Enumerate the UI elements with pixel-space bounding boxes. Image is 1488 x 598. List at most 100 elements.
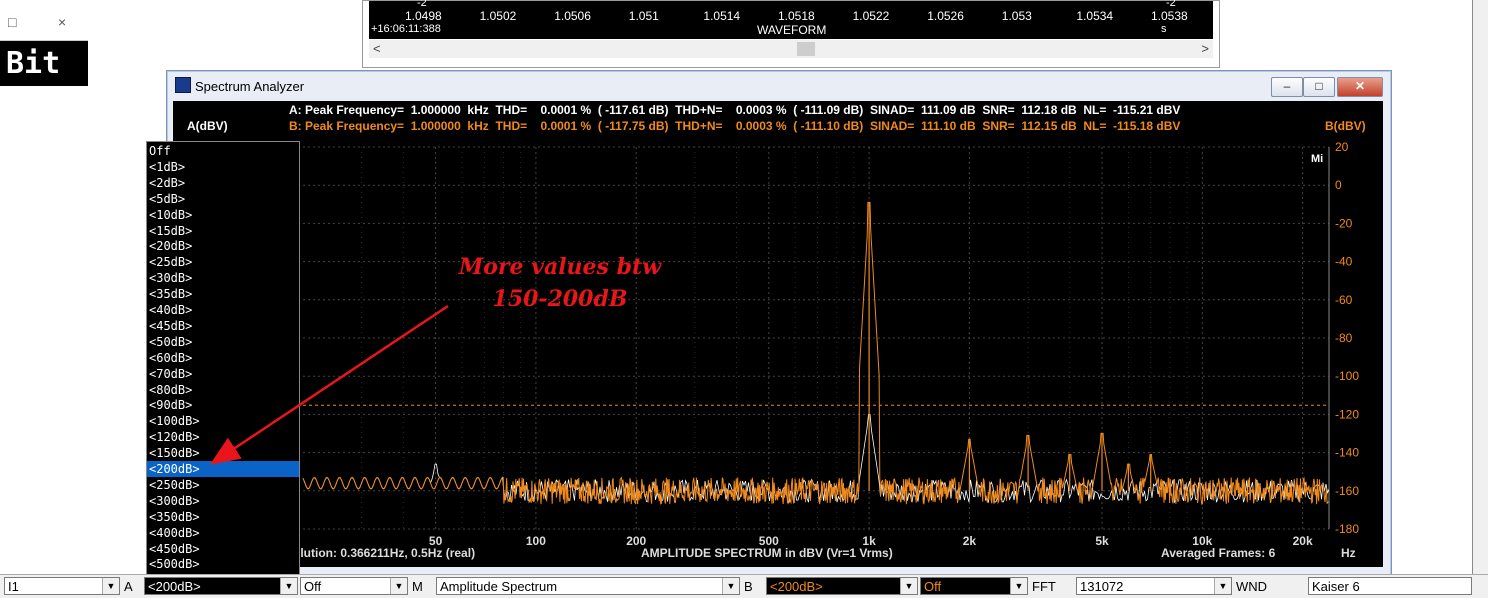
- fft-size-select[interactable]: 131072 ▼: [1076, 577, 1232, 595]
- waveform-window: -2 -2 1.0498 1.0502 1.0506 1.051 1.0514 1.051…: [362, 0, 1220, 68]
- y-tick-label: -20: [1335, 216, 1353, 230]
- dropdown-option[interactable]: <45dB>: [147, 318, 299, 334]
- scroll-left-icon[interactable]: <: [373, 41, 381, 56]
- averaged-frames: Averaged Frames: 6: [1161, 546, 1276, 560]
- b-off-select[interactable]: Off ▼: [920, 577, 1028, 595]
- chart-title: AMPLITUDE SPECTRUM in dBV (Vr=1 Vrms): [641, 546, 893, 560]
- dropdown-option[interactable]: <90dB>: [147, 397, 299, 413]
- label-b: B: [744, 579, 753, 594]
- chevron-down-icon: ▼: [1010, 578, 1027, 594]
- chevron-down-icon: ▼: [102, 578, 119, 594]
- minimize-icon[interactable]: □: [8, 14, 16, 30]
- b-range-select[interactable]: <200dB> ▼: [766, 577, 918, 595]
- dropdown-option[interactable]: <20dB>: [147, 238, 299, 254]
- input-select[interactable]: I1 ▼: [4, 577, 120, 595]
- dropdown-option[interactable]: <50dB>: [147, 334, 299, 350]
- dropdown-option[interactable]: <15dB>: [147, 223, 299, 239]
- y-tick-label: -40: [1335, 255, 1353, 269]
- dropdown-option[interactable]: <70dB>: [147, 366, 299, 382]
- scroll-thumb[interactable]: [797, 42, 815, 56]
- waveform-time: +16:06:11:388: [371, 23, 441, 35]
- close-button[interactable]: ✕: [1337, 77, 1383, 97]
- waveform-x-tick: 1.051: [628, 9, 659, 23]
- window-title: Spectrum Analyzer: [175, 77, 304, 97]
- waveform-x-tick: 1.0534: [1076, 9, 1114, 23]
- window-title-text: Spectrum Analyzer: [195, 79, 305, 94]
- chevron-down-icon: ▼: [390, 578, 407, 594]
- dropdown-option[interactable]: <300dB>: [147, 493, 299, 509]
- resolution-text: olution: 0.366211Hz, 0.5Hz (real): [293, 546, 476, 560]
- dropdown-option[interactable]: Off: [147, 143, 299, 159]
- chevron-down-icon: ▼: [900, 578, 917, 594]
- mode-select[interactable]: Amplitude Spectrum ▼: [436, 577, 740, 595]
- y-tick-label: -180: [1335, 522, 1359, 536]
- dropdown-option[interactable]: <40dB>: [147, 302, 299, 318]
- app-icon: [175, 77, 191, 93]
- x-unit-label: Hz: [1341, 546, 1356, 560]
- dropdown-option[interactable]: <2dB>: [147, 175, 299, 191]
- dropdown-option[interactable]: <100dB>: [147, 413, 299, 429]
- waveform-label: WAVEFORM: [757, 23, 827, 37]
- waveform-x-tick: 1.053: [1001, 9, 1032, 23]
- bit-label: Bit: [6, 46, 61, 81]
- dropdown-option[interactable]: <1dB>: [147, 159, 299, 175]
- bit-window: □ × Bit: [0, 0, 88, 86]
- dropdown-option[interactable]: <5dB>: [147, 191, 299, 207]
- a-off-select[interactable]: Off ▼: [300, 577, 408, 595]
- x-tick-label: 20k: [1293, 534, 1313, 548]
- waveform-x-tick: 1.0506: [554, 9, 591, 23]
- annotation-line1: More values btw: [458, 254, 662, 280]
- label-m: M: [412, 579, 423, 594]
- waveform-x-tick: 1.0502: [479, 9, 517, 23]
- chevron-down-icon: ▼: [280, 578, 297, 594]
- waveform-x-tick: 1.0518: [778, 9, 815, 23]
- y-tick-label: -80: [1335, 331, 1353, 345]
- y-tick-label: -120: [1335, 407, 1359, 421]
- dropdown-option[interactable]: <30dB>: [147, 270, 299, 286]
- waveform-plot: -2 -2 1.0498 1.0502 1.0506 1.051 1.0514 1.051…: [369, 0, 1213, 39]
- spectrum-chart: 200-20-40-60-80-100-120-140-160-18050 100…: [302, 140, 1359, 548]
- dropdown-option[interactable]: <150dB>: [147, 445, 299, 461]
- x-tick-label: 2k: [963, 534, 977, 548]
- dropdown-option[interactable]: <60dB>: [147, 350, 299, 366]
- waveform-scrollbar[interactable]: < >: [369, 40, 1213, 58]
- dropdown-option[interactable]: <450dB>: [147, 541, 299, 557]
- y-tick-label: 0: [1335, 178, 1342, 192]
- dropdown-option[interactable]: <35dB>: [147, 286, 299, 302]
- dropdown-option[interactable]: <350dB>: [147, 509, 299, 525]
- waveform-min-right: -2: [1166, 0, 1176, 9]
- dropdown-option[interactable]: <25dB>: [147, 254, 299, 270]
- waveform-x-tick: 1.0498: [405, 9, 442, 23]
- right-panel-partial: [1472, 0, 1488, 597]
- label-wnd: WND: [1236, 579, 1268, 594]
- dropdown-option[interactable]: <120dB>: [147, 429, 299, 445]
- control-bar: I1 ▼ A <200dB> ▼ Off ▼ M Amplitude Spectrum…: [0, 574, 1488, 598]
- waveform-min-left: -2: [417, 0, 427, 9]
- dropdown-option[interactable]: <400dB>: [147, 525, 299, 541]
- y-tick-label: -100: [1335, 369, 1359, 383]
- a-range-select[interactable]: <200dB> ▼: [144, 577, 298, 595]
- label-fft: FFT: [1032, 579, 1056, 594]
- series-b-trace: [302, 201, 1329, 505]
- spectrum-analyzer-window: Spectrum Analyzer – □ ✕ A: Peak Frequenc…: [166, 70, 1392, 576]
- dropdown-option[interactable]: <250dB>: [147, 477, 299, 493]
- y-tick-label: -160: [1335, 484, 1359, 498]
- waveform-x-tick: 1.0514: [703, 9, 741, 23]
- dropdown-option[interactable]: <500dB>: [147, 556, 299, 572]
- range-dropdown-list[interactable]: Off <1dB> <2dB> <5dB> <10dB> <15dB> <20dB> <25d…: [146, 141, 300, 576]
- chevron-down-icon: ▼: [722, 578, 739, 594]
- chevron-down-icon: ▼: [1214, 578, 1231, 594]
- waveform-unit: s: [1161, 23, 1167, 35]
- maximize-button[interactable]: □: [1303, 77, 1335, 97]
- dropdown-option[interactable]: <80dB>: [147, 382, 299, 398]
- y-tick-label: -60: [1335, 293, 1353, 307]
- annotation-line2: 150-200dB: [492, 286, 628, 312]
- dropdown-option[interactable]: <10dB>: [147, 207, 299, 223]
- waveform-x-tick: 1.0522: [852, 9, 890, 23]
- dropdown-option[interactable]: <200dB>: [147, 461, 299, 477]
- window-select[interactable]: Kaiser 6: [1308, 577, 1472, 595]
- scroll-right-icon[interactable]: >: [1201, 41, 1209, 56]
- minimize-button[interactable]: –: [1271, 77, 1303, 97]
- close-icon[interactable]: ×: [58, 14, 66, 30]
- waveform-x-tick: 1.0538: [1151, 9, 1188, 23]
